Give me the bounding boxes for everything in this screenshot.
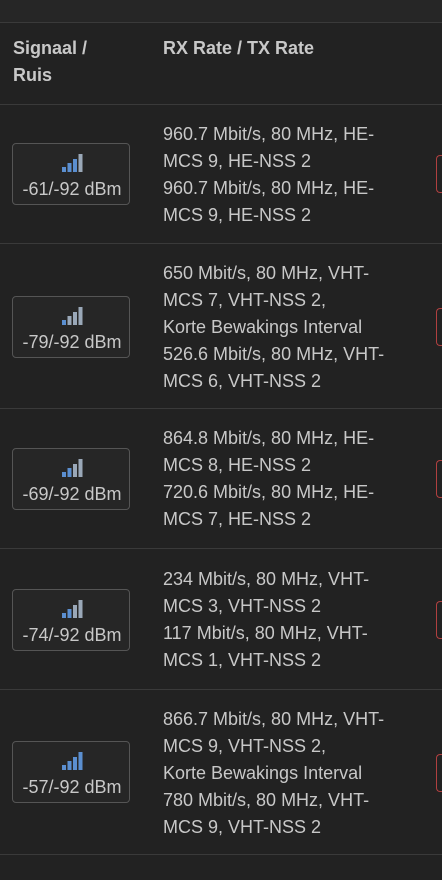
rate-line: MCS 7, HE-NSS 2 (163, 509, 312, 529)
column-header-rx-tx-rate[interactable]: RX Rate / TX Rate (163, 35, 423, 62)
rate-cell: 650 Mbit/s, 80 MHz, VHT- MCS 7, VHT-NSS … (163, 260, 433, 395)
signal-bar (67, 609, 72, 618)
rate-line: 864.8 Mbit/s, 80 MHz, HE- (163, 428, 375, 448)
rate-line: 720.6 Mbit/s, 80 MHz, HE- (163, 482, 375, 502)
header-signal-line1: Signaal / (13, 38, 88, 58)
table-row: -61/-92 dBm 960.7 Mbit/s, 80 MHz, HE- MC… (0, 105, 442, 244)
rate-line: 960.7 Mbit/s, 80 MHz, HE- (163, 124, 375, 144)
signal-bar (78, 154, 83, 172)
rate-line: MCS 3, VHT-NSS 2 (163, 596, 322, 616)
rate-cell: 234 Mbit/s, 80 MHz, VHT- MCS 3, VHT-NSS … (163, 566, 433, 674)
signal-bar (78, 459, 83, 477)
signal-badge: -57/-92 dBm (12, 741, 130, 803)
rate-line: MCS 9, VHT-NSS 2 (163, 817, 322, 837)
signal-value: -57/-92 dBm (22, 777, 122, 797)
row-action-button[interactable] (436, 155, 442, 193)
signal-strength-icon (62, 307, 83, 325)
rate-line: MCS 8, HE-NSS 2 (163, 455, 312, 475)
rate-cell: 864.8 Mbit/s, 80 MHz, HE- MCS 8, HE-NSS … (163, 425, 433, 533)
table-row: -69/-92 dBm 864.8 Mbit/s, 80 MHz, HE- MC… (0, 409, 442, 549)
signal-bar (62, 472, 66, 477)
signal-strength-icon (62, 752, 83, 770)
signal-bar (78, 600, 83, 618)
rate-line: Korte Bewakings Interval (163, 317, 363, 337)
signal-bar (73, 605, 77, 618)
top-bar (0, 0, 442, 23)
signal-value: -79/-92 dBm (22, 332, 122, 352)
rate-line: MCS 1, VHT-NSS 2 (163, 650, 322, 670)
table-row: -79/-92 dBm 650 Mbit/s, 80 MHz, VHT- MCS… (0, 244, 442, 409)
signal-bar (62, 765, 66, 770)
rate-line: 234 Mbit/s, 80 MHz, VHT- (163, 569, 370, 589)
signal-value: -61/-92 dBm (22, 179, 122, 199)
signal-bar (62, 613, 66, 618)
rate-line: Korte Bewakings Interval (163, 763, 363, 783)
signal-strength-icon (62, 600, 83, 618)
rate-line: MCS 9, HE-NSS 2 (163, 151, 312, 171)
column-header-signal-noise[interactable]: Signaal / Ruis (13, 35, 133, 89)
rate-line: MCS 9, VHT-NSS 2, (163, 736, 327, 756)
rate-line: 526.6 Mbit/s, 80 MHz, VHT- (163, 344, 385, 364)
rate-cell: 960.7 Mbit/s, 80 MHz, HE- MCS 9, HE-NSS … (163, 121, 433, 229)
signal-badge: -79/-92 dBm (12, 296, 130, 358)
table-header: Signaal / Ruis RX Rate / TX Rate (0, 23, 442, 105)
signal-strength-icon (62, 154, 83, 172)
signal-badge: -61/-92 dBm (12, 143, 130, 205)
rate-line: 866.7 Mbit/s, 80 MHz, VHT- (163, 709, 385, 729)
rate-line: MCS 7, VHT-NSS 2, (163, 290, 327, 310)
header-signal-line2: Ruis (13, 65, 53, 85)
rate-line: MCS 9, HE-NSS 2 (163, 205, 312, 225)
signal-bar (62, 167, 66, 172)
signal-value: -74/-92 dBm (22, 625, 122, 645)
signal-badge: -69/-92 dBm (12, 448, 130, 510)
signal-bar (73, 757, 77, 770)
row-action-button[interactable] (436, 308, 442, 346)
signal-value: -69/-92 dBm (22, 484, 122, 504)
signal-bar (73, 159, 77, 172)
signal-bar (73, 464, 77, 477)
signal-strength-icon (62, 459, 83, 477)
row-action-button[interactable] (436, 754, 442, 792)
signal-bar (67, 163, 72, 172)
signal-bar (67, 316, 72, 325)
signal-bar (73, 312, 77, 325)
signal-bar (67, 468, 72, 477)
rate-line: 650 Mbit/s, 80 MHz, VHT- (163, 263, 370, 283)
signal-bar (67, 761, 72, 770)
signal-badge: -74/-92 dBm (12, 589, 130, 651)
row-action-button[interactable] (436, 460, 442, 498)
table-row: -74/-92 dBm 234 Mbit/s, 80 MHz, VHT- MCS… (0, 549, 442, 690)
rate-line: 117 Mbit/s, 80 MHz, VHT- (163, 623, 368, 643)
signal-bar (78, 307, 83, 325)
rate-line: 960.7 Mbit/s, 80 MHz, HE- (163, 178, 375, 198)
row-action-button[interactable] (436, 601, 442, 639)
signal-bar (78, 752, 83, 770)
rate-line: 780 Mbit/s, 80 MHz, VHT- (163, 790, 370, 810)
rate-line: MCS 6, VHT-NSS 2 (163, 371, 322, 391)
table-row: -57/-92 dBm 866.7 Mbit/s, 80 MHz, VHT- M… (0, 690, 442, 855)
rate-cell: 866.7 Mbit/s, 80 MHz, VHT- MCS 9, VHT-NS… (163, 706, 433, 841)
signal-bar (62, 320, 66, 325)
